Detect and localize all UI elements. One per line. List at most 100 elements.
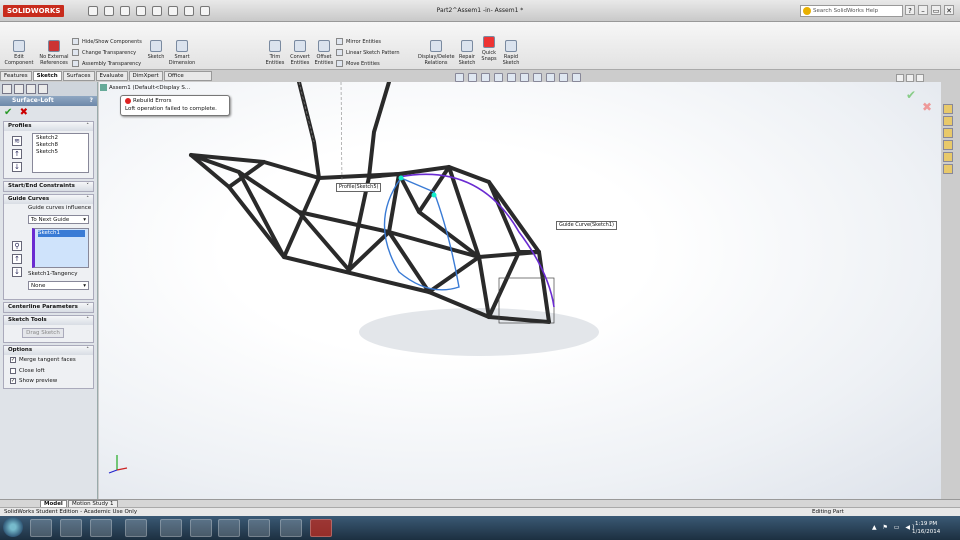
- tab-office-products[interactable]: Office Products: [163, 71, 212, 88]
- ok-button[interactable]: ✔: [4, 107, 12, 118]
- graphics-area[interactable]: [99, 82, 941, 499]
- mirror-entities-button[interactable]: Mirror Entities: [336, 38, 381, 46]
- edit-component-button[interactable]: Edit Component: [4, 40, 34, 66]
- zoom-area-icon[interactable]: [468, 73, 477, 82]
- excel-icon[interactable]: [218, 519, 240, 537]
- solidworks-taskbar-icon[interactable]: [310, 519, 332, 537]
- appearance-icon[interactable]: [546, 73, 555, 82]
- display-manager-icon[interactable]: [38, 84, 48, 94]
- section-header[interactable]: Guide Curves ˄: [4, 195, 93, 204]
- display-delete-relations-button[interactable]: Display/Delete Relations: [418, 40, 455, 66]
- trim-entities-button[interactable]: Trim Entities: [264, 40, 286, 66]
- collapse-icon[interactable]: ˄: [86, 122, 89, 131]
- display-style-icon[interactable]: [520, 73, 529, 82]
- section-header[interactable]: Sketch Tools ˄: [4, 316, 93, 325]
- sketch-point[interactable]: [398, 175, 404, 181]
- convert-entities-button[interactable]: Convert Entities: [288, 40, 312, 66]
- chrome-icon[interactable]: [280, 519, 302, 537]
- collapse-icon[interactable]: ˄: [86, 195, 89, 204]
- list-item[interactable]: Sketch5: [36, 149, 85, 156]
- config-manager-icon[interactable]: [26, 84, 36, 94]
- property-manager-icon[interactable]: [14, 84, 24, 94]
- no-external-references-button[interactable]: No External References: [38, 40, 70, 66]
- smart-dimension-button[interactable]: Smart Dimension: [168, 40, 196, 66]
- viewport-close-icon[interactable]: [916, 74, 924, 82]
- drag-sketch-button[interactable]: Drag Sketch: [22, 328, 64, 338]
- rapid-sketch-button[interactable]: Rapid Sketch: [500, 40, 522, 66]
- collapse-icon[interactable]: ˄: [86, 316, 89, 325]
- file-explorer-icon[interactable]: [943, 128, 953, 138]
- quick-snaps-button[interactable]: Quick Snaps: [479, 36, 499, 62]
- viewport-tile-icon[interactable]: [906, 74, 914, 82]
- system-tray[interactable]: ▲ ⚑ ▭ ◀): [872, 524, 916, 531]
- tab-sketch[interactable]: Sketch: [32, 71, 62, 81]
- expand-icon[interactable]: ˅: [86, 182, 89, 191]
- resources-icon[interactable]: [943, 104, 953, 114]
- section-header[interactable]: Start/End Constraints ˅: [4, 182, 93, 191]
- view-orientation-icon[interactable]: [507, 73, 516, 82]
- hide-show-components-button[interactable]: Hide/Show Components: [72, 38, 142, 46]
- appearances-icon[interactable]: [943, 152, 953, 162]
- start-button[interactable]: [3, 517, 23, 537]
- change-transparency-button[interactable]: Change Transparency: [72, 49, 136, 57]
- view-palette-icon[interactable]: [943, 140, 953, 150]
- hide-show-items-icon[interactable]: [533, 73, 542, 82]
- view-settings-icon[interactable]: [572, 73, 581, 82]
- move-entities-button[interactable]: Move Entities: [336, 60, 380, 68]
- move-up-button[interactable]: ↑: [12, 149, 22, 159]
- tab-features[interactable]: Features: [0, 71, 32, 81]
- move-down-button[interactable]: ↓: [12, 267, 22, 277]
- tab-evaluate[interactable]: Evaluate: [95, 71, 128, 81]
- cancel-button[interactable]: ✖: [20, 107, 28, 118]
- collapse-icon[interactable]: ˄: [86, 346, 89, 355]
- app-icon[interactable]: [125, 519, 147, 537]
- close-button[interactable]: ✕: [944, 5, 954, 15]
- help-icon[interactable]: ?: [90, 96, 93, 106]
- section-header[interactable]: Profiles ˄: [4, 122, 93, 131]
- offset-entities-button[interactable]: Offset Entities: [313, 40, 335, 66]
- section-header[interactable]: Centerline Parameters ˅: [4, 303, 93, 312]
- list-item[interactable]: Sketch2: [36, 135, 85, 142]
- confirm-cancel-icon[interactable]: ✖: [922, 100, 932, 114]
- profiles-list[interactable]: Sketch2 Sketch8 Sketch5: [32, 133, 89, 173]
- linear-sketch-pattern-button[interactable]: Linear Sketch Pattern: [336, 49, 400, 57]
- zoom-to-fit-icon[interactable]: [455, 73, 464, 82]
- guide-curve-callout[interactable]: Guide Curve(Sketch1): [556, 221, 617, 230]
- expand-icon[interactable]: ˅: [86, 303, 89, 312]
- scene-icon[interactable]: [559, 73, 568, 82]
- matlab-icon[interactable]: [160, 519, 182, 537]
- merge-tangent-checkbox[interactable]: ✓ Merge tangent faces: [4, 355, 93, 366]
- sketch-button[interactable]: Sketch: [145, 40, 167, 60]
- ie-icon[interactable]: [30, 519, 52, 537]
- guide-select-icon[interactable]: ⚲: [12, 241, 22, 251]
- viewport-restore-icon[interactable]: [896, 74, 904, 82]
- tab-surfaces[interactable]: Surfaces: [62, 71, 95, 81]
- tab-dimxpert[interactable]: DimXpert: [128, 71, 163, 81]
- assembly-transparency-button[interactable]: Assembly Transparency: [72, 60, 141, 68]
- previous-view-icon[interactable]: [481, 73, 490, 82]
- chassis-model[interactable]: [99, 82, 941, 499]
- feature-manager-icon[interactable]: [2, 84, 12, 94]
- custom-properties-icon[interactable]: [943, 164, 953, 174]
- guide-influence-select[interactable]: To Next Guide ▾: [28, 215, 89, 224]
- design-library-icon[interactable]: [943, 116, 953, 126]
- feature-tree-flyout[interactable]: Assem1 (Default<Display S...: [100, 84, 190, 92]
- minimize-button[interactable]: –: [918, 5, 928, 15]
- spotify-icon[interactable]: [248, 519, 270, 537]
- confirm-ok-icon[interactable]: ✔: [906, 88, 916, 102]
- help-button[interactable]: ?: [905, 5, 915, 15]
- restore-button[interactable]: ▭: [931, 5, 941, 15]
- tangency-select[interactable]: None ▾: [28, 281, 89, 290]
- list-item[interactable]: Sketch1: [38, 230, 85, 237]
- close-loft-checkbox[interactable]: Close loft: [4, 366, 93, 376]
- move-down-button[interactable]: ↓: [12, 162, 22, 172]
- repair-sketch-button[interactable]: Repair Sketch: [456, 40, 478, 66]
- profile-callout[interactable]: Profile(Sketch5): [336, 183, 382, 192]
- explorer-icon[interactable]: [60, 519, 82, 537]
- search-help-input[interactable]: Search SolidWorks Help: [800, 5, 903, 17]
- move-up-button[interactable]: ↑: [12, 254, 22, 264]
- profile-select-icon[interactable]: ≋: [12, 136, 22, 146]
- media-player-icon[interactable]: [90, 519, 112, 537]
- sketch-point[interactable]: [431, 192, 437, 198]
- list-item[interactable]: Sketch8: [36, 142, 85, 149]
